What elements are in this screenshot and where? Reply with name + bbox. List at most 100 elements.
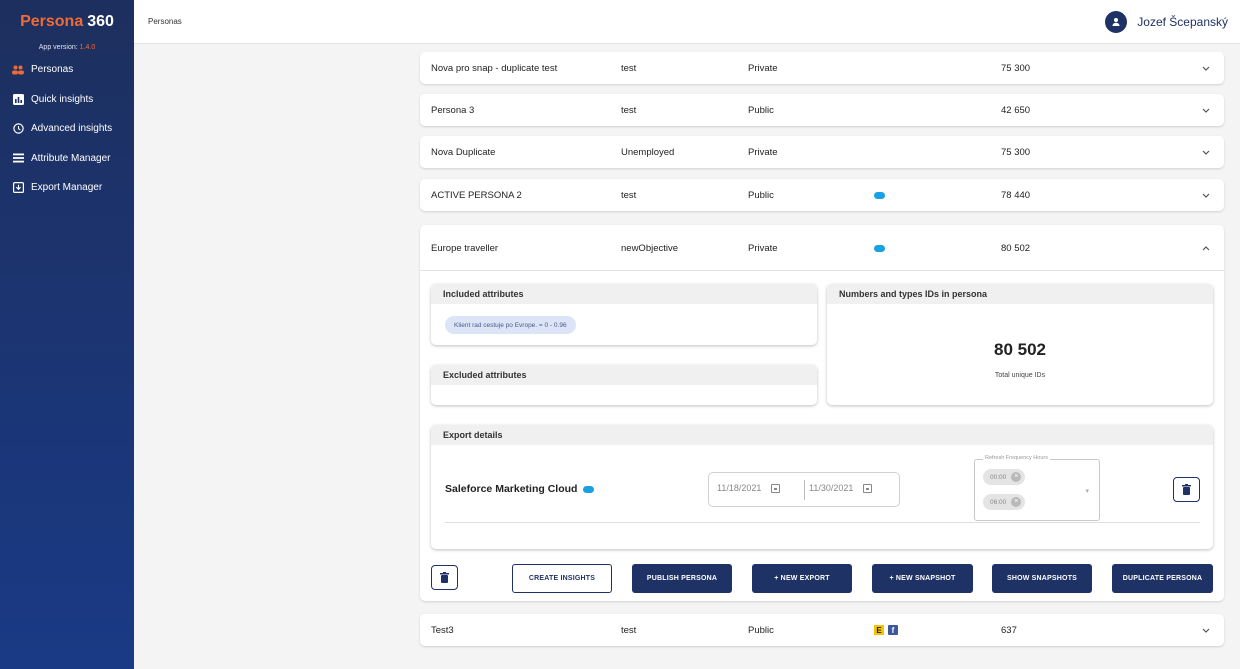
persona-ids: 78 440 [1001,189,1031,201]
new-snapshot-button[interactable]: + NEW SNAPSHOT [872,564,973,593]
persona-visibility: Private [748,62,778,74]
app-version-number: 1.4.0 [79,44,96,51]
calendar-icon[interactable] [863,483,873,493]
panel-title: Included attributes [431,284,817,304]
dropdown-arrow-icon[interactable]: ▾ [1085,487,1089,495]
user-name: Jozef Šcepanský [1137,14,1228,29]
sidebar-item-label: Advanced insights [31,123,113,135]
persona-row[interactable]: Nova pro snap - duplicate test test Priv… [420,52,1224,84]
sidebar-item-label: Personas [31,64,74,76]
delete-export-button[interactable] [1173,477,1200,502]
sidebar-item-attribute-manager[interactable]: Attribute Manager [0,144,134,174]
refresh-frequency-select[interactable]: Refresh Frequency Hours 00:00 × 06:00 × … [974,455,1100,521]
attribute-chip[interactable]: Klient rad cestuje po Evrope. = 0 - 0.96 [445,316,576,334]
chevron-down-icon[interactable] [1202,52,1210,84]
app-version-label: App version: [38,44,78,51]
persona-row[interactable]: Persona 3 test Public 42 650 [420,94,1224,126]
refresh-chip[interactable]: 00:00 × [983,469,1026,485]
export-details-panel: Export details Saleforce Marketing Cloud… [431,425,1213,549]
avatar [1105,10,1128,33]
date-divider [804,480,805,500]
show-snapshots-button[interactable]: SHOW SNAPSHOTS [992,564,1092,593]
persona-name: Nova Duplicate [431,146,496,158]
divider [445,522,1200,523]
date-range-picker[interactable]: 11/18/2021 11/30/2021 [708,472,900,507]
persona-objective: test [621,624,637,636]
persona-row-header[interactable]: Europe traveller newObjective Private 80… [420,225,1224,271]
date-from-value: 11/18/2021 [717,483,762,493]
numbers-panel: Numbers and types IDs in persona 80 502 … [827,284,1213,405]
sidebar-item-export-manager[interactable]: Export Manager [0,173,134,203]
sidebar-item-quick-insights[interactable]: Quick insights [0,85,134,115]
salesforce-icon [583,485,595,493]
persona-objective: newObjective [621,242,679,254]
user-icon [1112,17,1120,26]
persona-row[interactable]: ACTIVE PERSONA 2 test Public 78 440 [420,179,1224,211]
duplicate-persona-button[interactable]: DUPLICATE PERSONA [1112,564,1213,593]
persona-row[interactable]: Nova Duplicate Unemployed Private 75 300 [420,136,1224,168]
export-icon [12,182,24,194]
refresh-chip-value: 00:00 [990,473,1007,481]
chevron-down-icon[interactable] [1202,179,1210,211]
new-export-button[interactable]: + NEW EXPORT [752,564,852,593]
panel-title: Export details [431,425,1213,445]
date-to[interactable]: 11/30/2021 [809,483,873,493]
date-to-value: 11/30/2021 [809,483,854,493]
close-icon[interactable]: × [1011,472,1022,482]
persona-name: Persona 3 [431,104,475,116]
sidebar: Persona 360 App version: 1.4.0 Personas … [0,0,134,669]
included-attributes-panel: Included attributes Klient rad cestuje p… [431,284,817,345]
chevron-down-icon[interactable] [1202,94,1210,126]
user-menu[interactable]: Jozef Šcepanský [1105,10,1228,33]
persona-visibility: Private [748,242,778,254]
persona-ids: 75 300 [1001,62,1031,74]
publish-persona-button[interactable]: PUBLISH PERSONA [632,564,732,593]
total-ids-value: 80 502 [994,340,1046,359]
refresh-frequency-label: Refresh Frequency Hours [983,455,1050,461]
salesforce-icon [874,225,885,271]
e-icon: E [874,625,884,635]
persona-ids: 75 300 [1001,146,1031,158]
persona-objective: test [621,189,637,201]
breadcrumb[interactable]: Personas [148,17,182,26]
panel-title: Excluded attributes [431,365,817,385]
trash-icon [440,572,449,583]
persona-objective: Unemployed [621,146,675,158]
persona-row[interactable]: Test3 test Public E f 637 [420,614,1224,646]
refresh-chip[interactable]: 06:00 × [983,494,1026,510]
persona-expanded-card: Europe traveller newObjective Private 80… [420,225,1224,601]
clock-icon [12,123,24,135]
persona-visibility: Public [748,104,774,116]
sidebar-item-advanced-insights[interactable]: Advanced insights [0,114,134,144]
persona-name: Nova pro snap - duplicate test [431,62,558,74]
chevron-down-icon[interactable] [1202,136,1210,168]
channel-icons: E f [874,614,898,646]
calendar-icon[interactable] [771,483,781,493]
chevron-down-icon[interactable] [1202,614,1210,646]
logo-text-360: 360 [87,13,114,30]
top-header: Personas Jozef Šcepanský [134,0,1240,44]
persona-ids: 42 650 [1001,104,1031,116]
date-from[interactable]: 11/18/2021 [717,483,781,493]
persona-visibility: Private [748,146,778,158]
logo-text-persona: Persona [20,13,84,30]
excluded-attributes-panel: Excluded attributes [431,365,817,405]
sidebar-item-label: Quick insights [31,93,94,105]
sidebar-item-label: Attribute Manager [31,152,111,164]
close-icon[interactable]: × [1011,497,1022,507]
facebook-icon: f [888,625,898,635]
persona-visibility: Public [748,189,774,201]
people-icon [12,64,24,76]
persona-ids: 637 [1001,624,1017,636]
sidebar-item-personas[interactable]: Personas [0,55,134,85]
total-ids-label: Total unique IDs [994,372,1046,379]
chart-icon [12,93,24,105]
panel-title: Numbers and types IDs in persona [827,284,1213,304]
export-channel-label: Saleforce Marketing Cloud [445,483,578,495]
create-insights-button[interactable]: CREATE INSIGHTS [512,564,612,593]
delete-persona-button[interactable] [431,565,458,590]
sidebar-item-label: Export Manager [31,182,103,194]
chevron-up-icon[interactable] [1202,225,1210,271]
refresh-chip-value: 06:00 [990,498,1007,506]
app-logo[interactable]: Persona 360 [0,0,134,44]
